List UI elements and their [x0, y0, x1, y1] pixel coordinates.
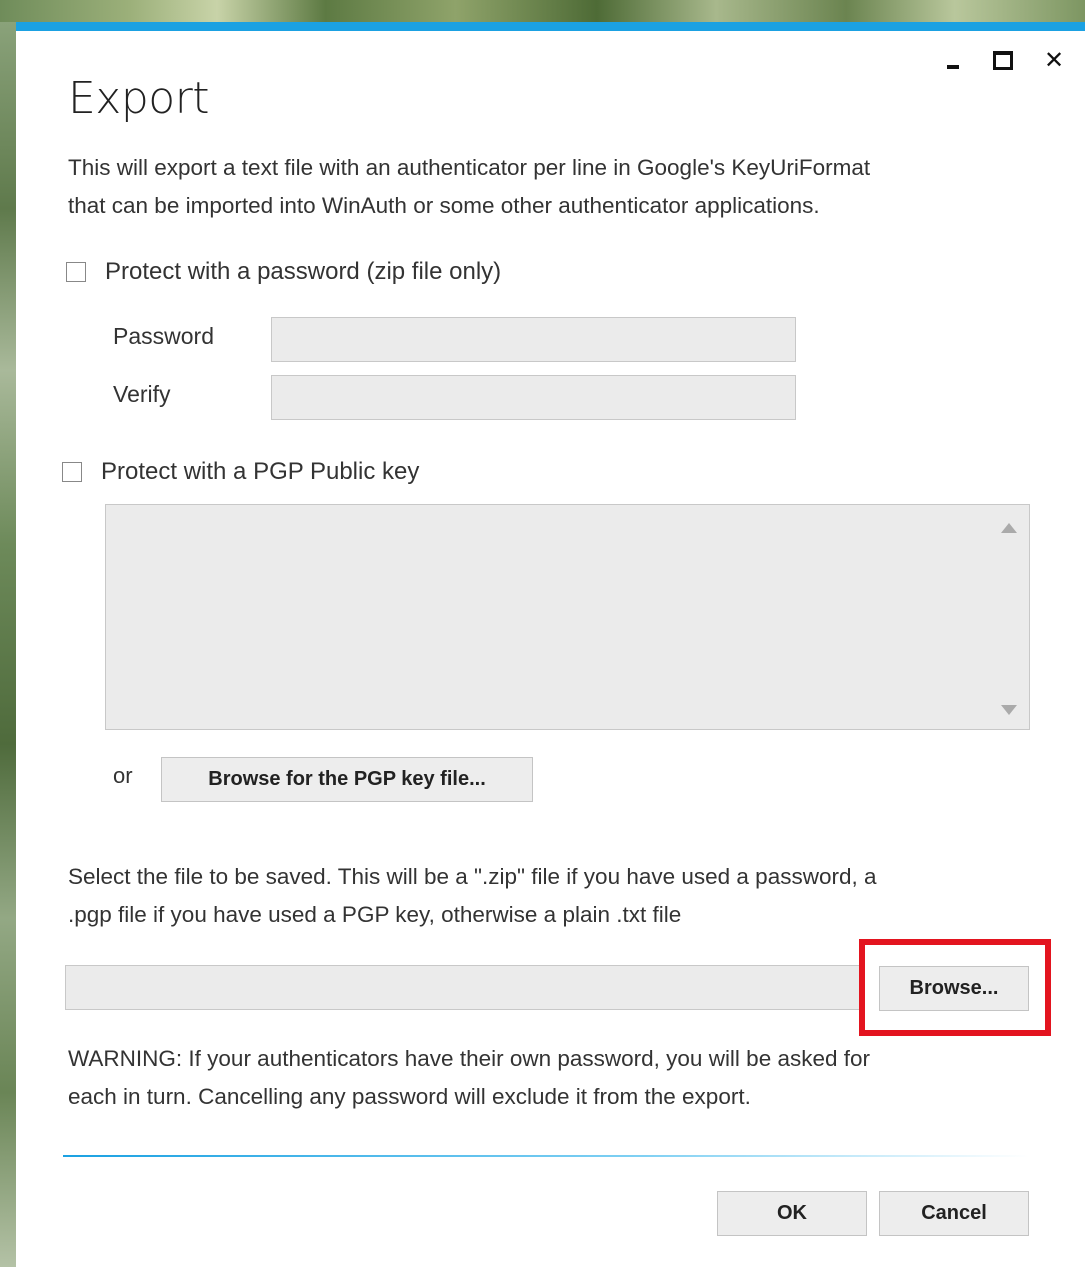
warning-line-1: WARNING: If your authenticators have the… — [68, 1046, 871, 1071]
export-dialog: ✕ Export This will export a text file wi… — [16, 22, 1085, 1267]
maximize-button[interactable] — [987, 45, 1019, 75]
pgp-protect-checkbox[interactable] — [62, 462, 82, 482]
password-label: Password — [113, 323, 214, 349]
minimize-button[interactable] — [937, 45, 969, 75]
file-instructions-line-1: Select the file to be saved. This will b… — [68, 864, 877, 889]
pgp-key-textarea[interactable] — [105, 504, 1030, 730]
desktop-wallpaper — [0, 0, 1085, 22]
warning-line-2: each in turn. Cancelling any password wi… — [68, 1084, 751, 1109]
close-icon: ✕ — [1043, 46, 1065, 74]
maximize-icon — [993, 50, 1013, 70]
intro-text-line-1: This will export a text file with an aut… — [68, 155, 871, 180]
password-input[interactable] — [271, 317, 796, 362]
ok-button[interactable]: OK — [717, 1191, 867, 1236]
dialog-title: Export — [68, 73, 210, 124]
password-protect-label[interactable]: Protect with a password (zip file only) — [105, 258, 501, 286]
scroll-up-arrow-icon[interactable] — [1001, 523, 1017, 533]
verify-label: Verify — [113, 381, 171, 407]
pgp-protect-label[interactable]: Protect with a PGP Public key — [101, 458, 419, 486]
scroll-down-arrow-icon[interactable] — [1001, 705, 1017, 715]
password-protect-checkbox[interactable] — [66, 262, 86, 282]
desktop-wallpaper-edge — [0, 22, 16, 1267]
minimize-icon — [947, 65, 959, 69]
file-path-input[interactable] — [65, 965, 865, 1010]
footer-divider — [63, 1155, 1029, 1157]
or-label: or — [113, 763, 133, 788]
cancel-button[interactable]: Cancel — [879, 1191, 1029, 1236]
browse-file-button[interactable]: Browse... — [879, 966, 1029, 1011]
intro-text-line-2: that can be imported into WinAuth or som… — [68, 193, 820, 218]
browse-pgp-key-button[interactable]: Browse for the PGP key file... — [161, 757, 533, 802]
close-button[interactable]: ✕ — [1038, 45, 1070, 75]
verify-password-input[interactable] — [271, 375, 796, 420]
file-instructions-line-2: .pgp file if you have used a PGP key, ot… — [68, 902, 682, 927]
